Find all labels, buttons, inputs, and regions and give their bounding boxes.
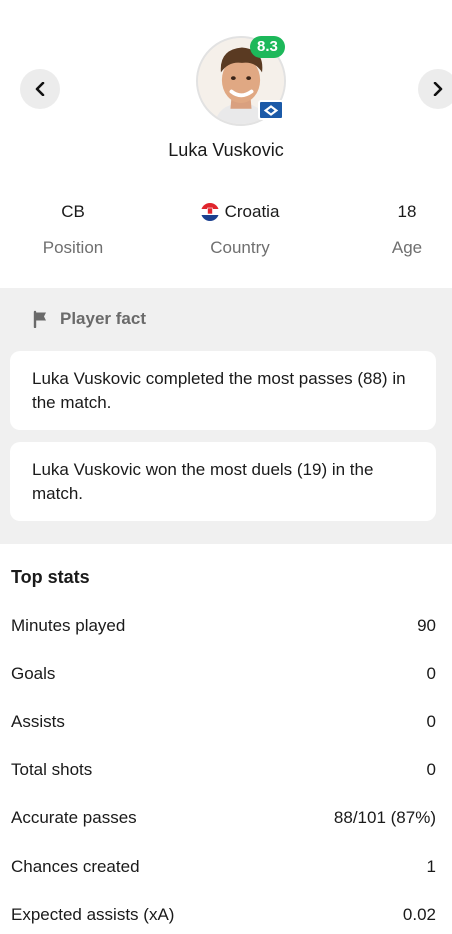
- stat-row-goals: Goals 0: [11, 662, 436, 686]
- stat-row-minutes-played: Minutes played 90: [11, 614, 436, 638]
- stat-row-expected-assists: Expected assists (xA) 0.02: [11, 903, 436, 927]
- rating-badge: 8.3: [250, 36, 285, 58]
- stat-label: Assists: [11, 712, 65, 731]
- stat-value: 1: [426, 857, 436, 876]
- stat-label: Minutes played: [11, 616, 126, 635]
- player-page: 8.3 Luka Vuskovic CB Position Croatia Co…: [0, 0, 452, 934]
- club-logo: [258, 100, 284, 120]
- country-value: Croatia: [224, 202, 280, 221]
- previous-player-button[interactable]: [20, 69, 60, 109]
- stat-label: Expected assists (xA): [11, 905, 175, 924]
- flag-icon: [33, 310, 46, 328]
- chevron-right-icon: [433, 82, 443, 96]
- country-value-wrap: Croatia: [180, 202, 300, 222]
- player-avatar-container[interactable]: 8.3: [196, 36, 288, 128]
- stat-label: Accurate passes: [11, 808, 137, 827]
- fact-card: Luka Vuskovic completed the most passes …: [10, 351, 436, 430]
- stat-label: Chances created: [11, 857, 140, 876]
- stat-label: Total shots: [11, 760, 93, 779]
- stat-row-total-shots: Total shots 0: [11, 758, 436, 782]
- player-fact-title: Player fact: [60, 309, 146, 328]
- stat-row-chances-created: Chances created 1: [11, 855, 436, 879]
- age-value: 18: [397, 202, 417, 221]
- stat-value: 88/101 (87%): [333, 808, 436, 827]
- player-fact-header: Player fact: [32, 309, 146, 329]
- stat-row-assists: Assists 0: [11, 710, 436, 734]
- age-info: 18 Age: [372, 202, 442, 258]
- age-label: Age: [391, 238, 423, 257]
- position-value: CB: [61, 202, 85, 221]
- stat-value: 0: [426, 760, 436, 779]
- country-label: Country: [210, 238, 270, 257]
- player-facts-section: Player fact Luka Vuskovic completed the …: [0, 288, 452, 544]
- position-info: CB Position: [28, 202, 118, 258]
- fact-card: Luka Vuskovic won the most duels (19) in…: [10, 442, 436, 521]
- croatia-flag-icon: [200, 203, 219, 221]
- stat-value: 0: [426, 712, 436, 731]
- player-name: Luka Vuskovic: [168, 140, 284, 160]
- top-stats-title: Top stats: [11, 567, 90, 587]
- stat-row-accurate-passes: Accurate passes 88/101 (87%): [11, 806, 436, 830]
- chevron-left-icon: [35, 82, 45, 96]
- stat-label: Goals: [11, 664, 56, 683]
- country-info[interactable]: Croatia Country: [180, 202, 300, 258]
- position-label: Position: [42, 238, 104, 257]
- next-player-button[interactable]: [418, 69, 452, 109]
- stat-value: 90: [417, 616, 436, 635]
- stat-value: 0.02: [402, 905, 436, 924]
- stat-value: 0: [426, 664, 436, 683]
- player-info-row: CB Position Croatia Country 18 Age: [0, 202, 452, 272]
